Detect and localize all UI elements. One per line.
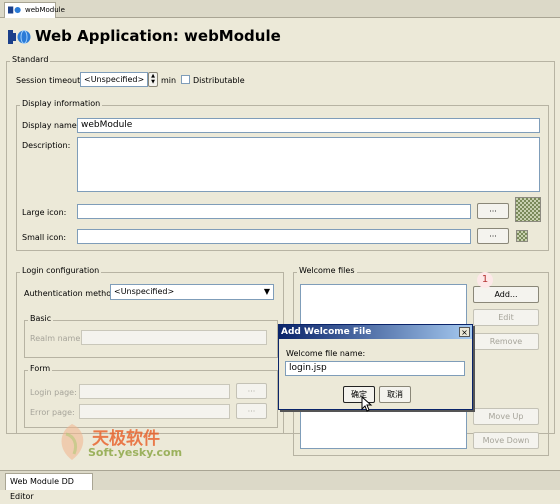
chevron-down-icon: ▼: [263, 287, 270, 296]
editor-tab-label: webModule: [25, 6, 65, 14]
session-timeout-field[interactable]: <Unspecified>: [80, 72, 148, 87]
distributable-checkbox[interactable]: [181, 75, 190, 84]
auth-method-select[interactable]: <Unspecified> ▼: [110, 284, 274, 300]
form-group-label: Form: [28, 364, 53, 373]
move-up-button[interactable]: Move Up: [473, 408, 539, 425]
realm-name-label: Realm name:: [30, 334, 83, 343]
cancel-button[interactable]: 取消: [379, 386, 411, 403]
welcome-file-name-label: Welcome file name:: [286, 349, 366, 358]
error-page-label: Error page:: [30, 408, 75, 417]
login-page-field[interactable]: [79, 384, 230, 399]
web-application-icon: [8, 30, 31, 44]
web-module-icon: [8, 6, 21, 14]
large-icon-browse-button[interactable]: ···: [477, 203, 509, 219]
login-page-label: Login page:: [30, 388, 77, 397]
session-timeout-spinner[interactable]: ▲ ▼: [148, 72, 158, 87]
error-page-browse-button[interactable]: ···: [236, 403, 267, 419]
page-title: Web Application: webModule: [35, 27, 281, 45]
welcome-file-name-input[interactable]: login.jsp: [285, 361, 465, 376]
display-name-label: Display name:: [22, 121, 80, 130]
close-icon[interactable]: ×: [459, 327, 470, 337]
edit-welcome-file-button[interactable]: Edit: [473, 309, 539, 326]
realm-name-field[interactable]: [81, 330, 267, 345]
editor-tab-strip: [0, 0, 560, 18]
display-name-field[interactable]: webModule: [77, 118, 540, 133]
description-label: Description:: [22, 141, 71, 150]
watermark-site: Soft.yesky.com: [88, 446, 183, 459]
large-icon-label: Large icon:: [22, 208, 67, 217]
remove-welcome-file-button[interactable]: Remove: [473, 333, 539, 350]
login-page-browse-button[interactable]: ···: [236, 383, 267, 399]
move-down-button[interactable]: Move Down: [473, 432, 539, 449]
small-icon-preview: [516, 230, 528, 242]
error-page-field[interactable]: [79, 404, 230, 419]
small-icon-browse-button[interactable]: ···: [477, 228, 509, 244]
large-icon-preview: [515, 197, 541, 222]
basic-group-label: Basic: [28, 314, 54, 323]
add-welcome-file-dialog: Add Welcome File × Welcome file name: lo…: [278, 324, 473, 410]
large-icon-field[interactable]: [77, 204, 471, 219]
auth-method-label: Authentication method:: [24, 289, 119, 298]
add-welcome-file-button[interactable]: Add...: [473, 286, 539, 303]
dialog-title: Add Welcome File: [281, 327, 372, 337]
welcome-files-group-label: Welcome files: [297, 266, 357, 275]
bottom-tab-dd-editor[interactable]: Web Module DD Editor: [5, 473, 93, 501]
editor-tab-webmodule[interactable]: webModule: [4, 2, 65, 18]
small-icon-label: Small icon:: [22, 233, 67, 242]
mouse-cursor-icon: [361, 396, 373, 412]
distributable-label: Distributable: [193, 76, 245, 85]
small-icon-field[interactable]: [77, 229, 471, 244]
step-badge-1: 1: [477, 272, 493, 288]
login-config-group-label: Login configuration: [20, 266, 102, 275]
display-info-group-label: Display information: [20, 99, 103, 108]
watermark-logo: 天极软件 Soft.yesky.com: [52, 420, 202, 470]
dialog-title-bar: Add Welcome File: [279, 325, 472, 339]
session-timeout-label: Session timeout:: [16, 76, 83, 85]
standard-group-label: Standard: [10, 55, 51, 64]
session-timeout-unit: min: [161, 76, 177, 85]
description-field[interactable]: [77, 137, 540, 192]
watermark-leaf-icon: [61, 424, 84, 460]
